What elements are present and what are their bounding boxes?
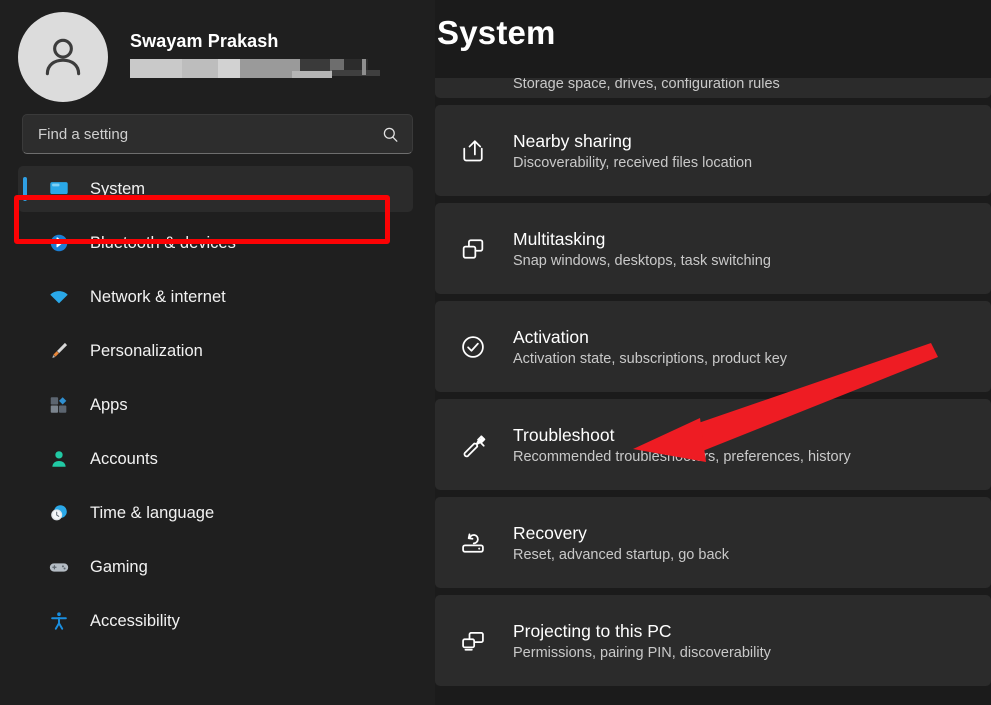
sidebar-item-label: System bbox=[90, 179, 146, 198]
main-content: Storage space, drives, configuration rul… bbox=[435, 0, 991, 705]
sidebar-item-label: Personalization bbox=[90, 341, 203, 360]
settings-row-activation[interactable]: Activation Activation state, subscriptio… bbox=[435, 301, 991, 392]
gamepad-icon bbox=[44, 556, 74, 578]
share-icon bbox=[459, 137, 503, 165]
settings-row-recovery[interactable]: Recovery Reset, advanced startup, go bac… bbox=[435, 497, 991, 588]
sidebar-item-apps[interactable]: Apps bbox=[18, 382, 413, 428]
sidebar: Swayam Prakash Find a setting System Blu… bbox=[0, 0, 435, 705]
project-screen-icon bbox=[459, 627, 503, 655]
row-subtitle: Reset, advanced startup, go back bbox=[513, 546, 730, 563]
wifi-icon bbox=[44, 286, 74, 308]
sidebar-nav: System Bluetooth & devices Network & int… bbox=[0, 166, 435, 644]
multitask-icon bbox=[459, 235, 503, 263]
page-title: System bbox=[437, 14, 556, 51]
row-subtitle: Snap windows, desktops, task switching bbox=[513, 252, 771, 269]
settings-row-multitasking[interactable]: Multitasking Snap windows, desktops, tas… bbox=[435, 203, 991, 294]
recovery-icon bbox=[459, 529, 503, 557]
person-icon bbox=[44, 448, 74, 470]
row-subtitle: Recommended troubleshooters, preferences… bbox=[513, 448, 851, 465]
settings-window: Swayam Prakash Find a setting System Blu… bbox=[0, 0, 991, 705]
sidebar-item-gaming[interactable]: Gaming bbox=[18, 544, 413, 590]
sidebar-item-network-internet[interactable]: Network & internet bbox=[18, 274, 413, 320]
sidebar-item-label: Time & language bbox=[90, 503, 215, 522]
user-name: Swayam Prakash bbox=[130, 31, 279, 51]
accessibility-icon bbox=[44, 610, 74, 632]
sidebar-item-bluetooth-devices[interactable]: Bluetooth & devices bbox=[18, 220, 413, 266]
settings-row-projecting-to-this-pc[interactable]: Projecting to this PC Permissions, pairi… bbox=[435, 595, 991, 686]
wrench-icon bbox=[459, 431, 503, 459]
row-subtitle: Permissions, pairing PIN, discoverabilit… bbox=[513, 644, 771, 661]
avatar bbox=[18, 12, 108, 102]
sidebar-item-accounts[interactable]: Accounts bbox=[18, 436, 413, 482]
main-header: System bbox=[435, 0, 991, 78]
row-title: Projecting to this PC bbox=[513, 620, 672, 641]
sidebar-item-label: Bluetooth & devices bbox=[90, 233, 236, 252]
search-input[interactable] bbox=[38, 125, 381, 143]
monitor-icon bbox=[44, 178, 74, 200]
user-profile[interactable]: Swayam Prakash bbox=[0, 0, 435, 102]
search-container bbox=[0, 114, 435, 154]
row-title: Recovery bbox=[513, 522, 587, 543]
sidebar-item-personalization[interactable]: Personalization bbox=[18, 328, 413, 374]
row-subtitle: Activation state, subscriptions, product… bbox=[513, 350, 788, 367]
bluetooth-icon bbox=[44, 232, 74, 254]
row-title: Multitasking bbox=[513, 228, 606, 249]
sidebar-item-label: Gaming bbox=[90, 557, 148, 576]
sidebar-item-label: Accounts bbox=[90, 449, 158, 468]
row-subtitle: Storage space, drives, configuration rul… bbox=[513, 76, 780, 92]
paintbrush-icon bbox=[44, 340, 74, 362]
settings-row-troubleshoot[interactable]: Troubleshoot Recommended troubleshooters… bbox=[435, 399, 991, 490]
check-circle-icon bbox=[459, 333, 503, 361]
sidebar-item-accessibility[interactable]: Accessibility bbox=[18, 598, 413, 644]
settings-rows: Storage space, drives, configuration rul… bbox=[435, 0, 991, 705]
sidebar-item-label: Network & internet bbox=[90, 287, 226, 306]
row-subtitle: Discoverability, received files location bbox=[513, 154, 753, 171]
apps-grid-icon bbox=[44, 394, 74, 416]
sidebar-item-system[interactable]: System bbox=[18, 166, 413, 212]
row-title: Troubleshoot bbox=[513, 424, 615, 445]
search-box[interactable] bbox=[22, 114, 413, 154]
row-title: Activation bbox=[513, 326, 589, 347]
sidebar-item-time-language[interactable]: Time & language bbox=[18, 490, 413, 536]
search-icon[interactable] bbox=[381, 125, 400, 144]
sidebar-item-label: Apps bbox=[90, 395, 128, 414]
sidebar-item-label: Accessibility bbox=[90, 611, 180, 630]
row-title: Nearby sharing bbox=[513, 130, 632, 151]
user-email-redacted bbox=[130, 59, 385, 79]
clock-globe-icon bbox=[44, 502, 74, 524]
settings-row-nearby-sharing[interactable]: Nearby sharing Discoverability, received… bbox=[435, 105, 991, 196]
